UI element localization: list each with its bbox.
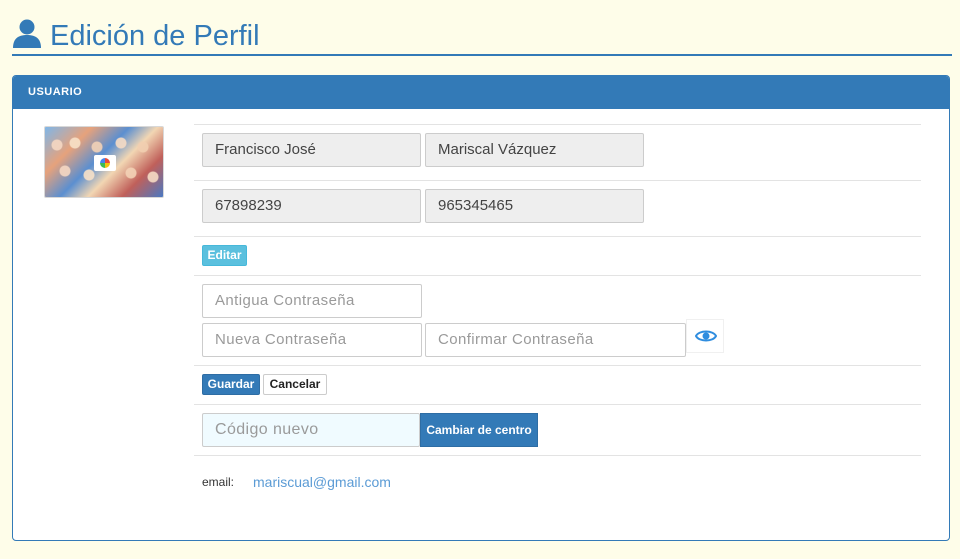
avatar[interactable] — [44, 126, 164, 198]
page-header: Edición de Perfil — [12, 14, 952, 56]
camera-icon[interactable] — [94, 155, 116, 171]
mobile-phone-field: 965345465 — [425, 189, 644, 223]
divider — [194, 404, 921, 405]
edit-button[interactable]: Editar — [202, 245, 247, 266]
divider — [194, 275, 921, 276]
email-value: mariscual@gmail.com — [253, 474, 391, 490]
first-name-field: Francisco José — [202, 133, 421, 167]
user-icon — [13, 19, 41, 48]
divider — [194, 455, 921, 456]
divider — [194, 365, 921, 366]
save-button[interactable]: Guardar — [202, 374, 260, 395]
email-label: email: — [202, 475, 235, 489]
cancel-button[interactable]: Cancelar — [263, 374, 327, 395]
eye-icon — [695, 330, 717, 342]
user-panel: USUARIO Francisco José Mariscal Vázquez … — [12, 75, 950, 541]
center-code-input[interactable]: Código nuevo — [202, 413, 420, 447]
panel-heading: USUARIO — [13, 76, 949, 109]
last-name-field: Mariscal Vázquez — [425, 133, 644, 167]
phone-field: 67898239 — [202, 189, 421, 223]
divider — [194, 236, 921, 237]
show-password-button[interactable] — [686, 319, 724, 353]
camera-lens — [100, 158, 110, 168]
old-password-input[interactable]: Antigua Contraseña — [202, 284, 422, 318]
confirm-password-input[interactable]: Confirmar Contraseña — [425, 323, 686, 357]
page-title: Edición de Perfil — [50, 20, 260, 52]
divider — [194, 180, 921, 181]
change-center-button[interactable]: Cambiar de centro — [420, 413, 538, 447]
divider — [194, 124, 921, 125]
new-password-input[interactable]: Nueva Contraseña — [202, 323, 422, 357]
